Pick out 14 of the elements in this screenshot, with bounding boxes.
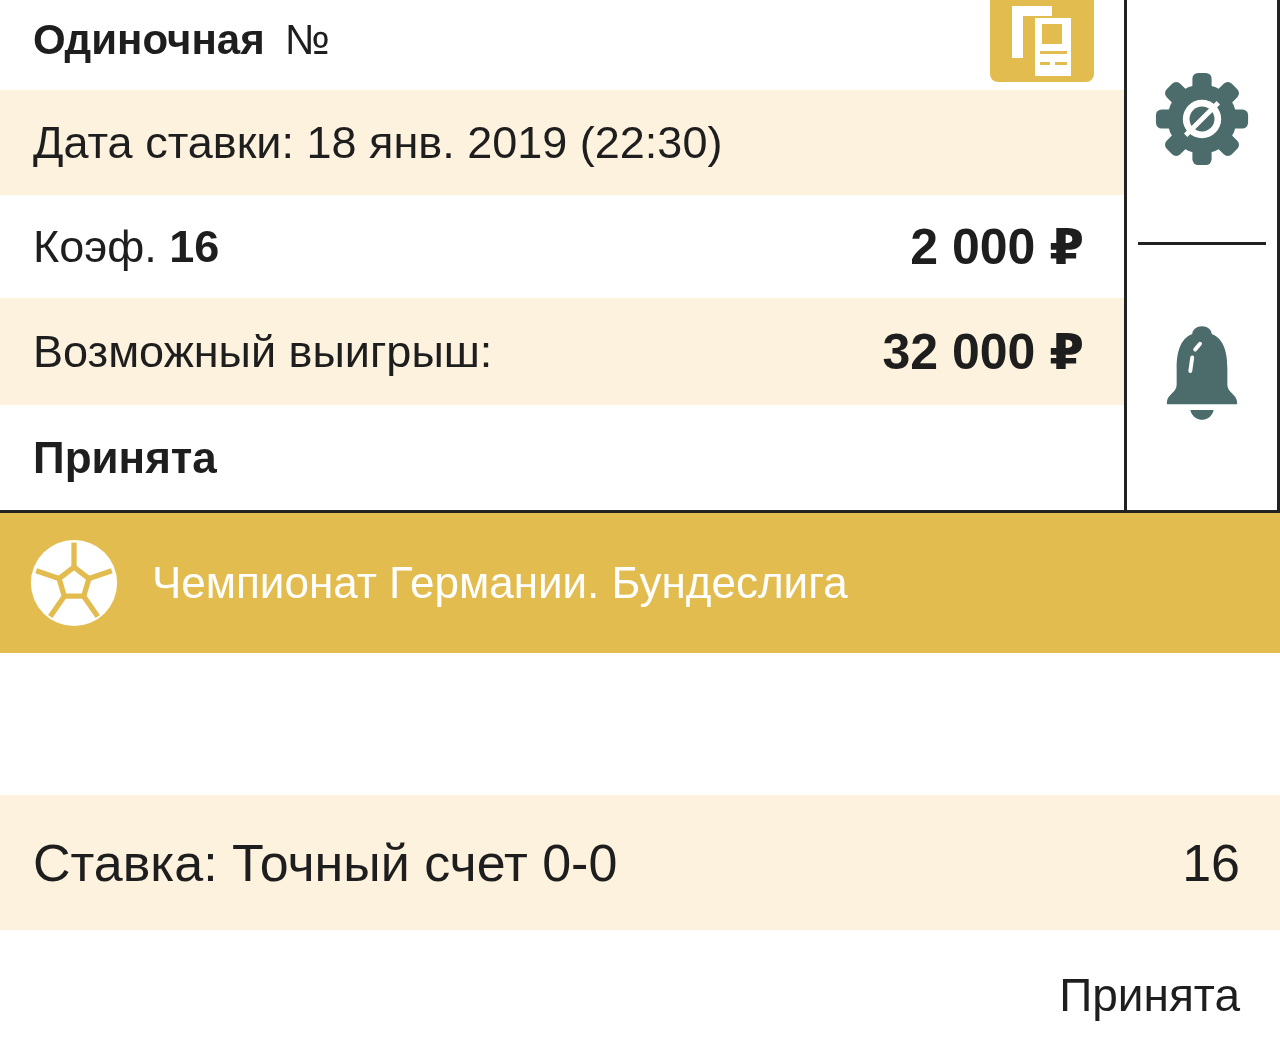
selection-status: Принята: [1059, 968, 1240, 1022]
selection-text: Ставка: Точный счет 0-0: [33, 832, 618, 893]
league-name: Чемпионат Германии. Бундеслига: [152, 558, 848, 608]
detail-label: Коэф. 16: [33, 220, 220, 273]
settings-icon[interactable]: [1154, 71, 1250, 167]
bet-date-text: Дата ставки: 18 янв. 2019 (22:30): [33, 116, 723, 169]
soccer-ball-icon: [30, 539, 118, 627]
bet-number-label: №: [284, 16, 330, 64]
bet-type-title: Одиночная: [33, 16, 265, 64]
bet-status-text: Принята: [33, 432, 217, 483]
selection-odds: 16: [1182, 832, 1240, 893]
amount-value: 32 000 ₽: [882, 322, 1084, 381]
amount-value: 2 000 ₽: [910, 217, 1084, 276]
detail-label: Возможный выигрыш:: [33, 325, 493, 378]
